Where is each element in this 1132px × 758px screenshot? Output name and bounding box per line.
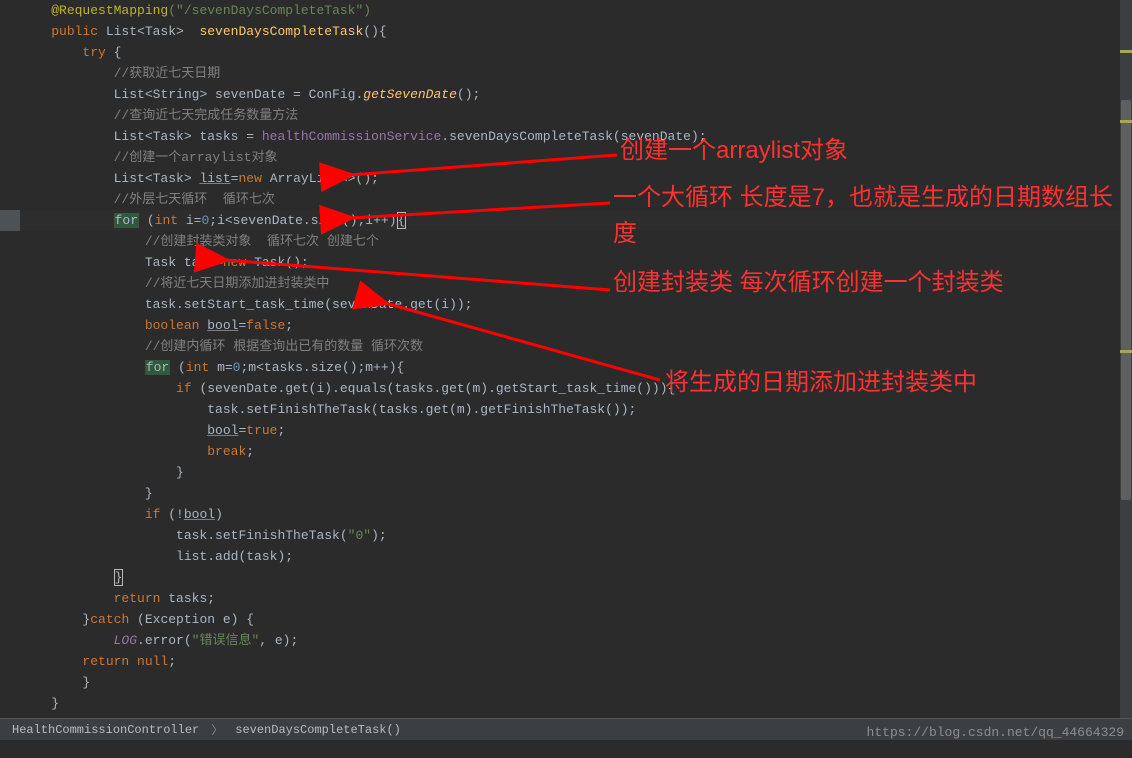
code-line[interactable]: } — [20, 483, 1132, 504]
breadcrumb-item-class[interactable]: HealthCommissionController — [12, 723, 199, 737]
annotation: @RequestMapping — [51, 3, 168, 18]
scroll-marker[interactable] — [1120, 120, 1132, 123]
code-line[interactable]: break; — [20, 441, 1132, 462]
watermark-text: https://blog.csdn.net/qq_44664329 — [867, 725, 1124, 740]
code-line[interactable]: //将近七天日期添加进封装类中 — [20, 273, 1132, 294]
code-line[interactable]: } — [20, 462, 1132, 483]
code-line[interactable]: list.add(task); — [20, 546, 1132, 567]
code-line[interactable]: boolean bool=false; — [20, 315, 1132, 336]
code-line[interactable]: Task task=new Task(); — [20, 252, 1132, 273]
code-line[interactable]: public List<Task> sevenDaysCompleteTask(… — [20, 21, 1132, 42]
code-line[interactable]: @RequestMapping("/sevenDaysCompleteTask"… — [20, 0, 1132, 21]
keyword-for: for — [114, 213, 139, 228]
scrollbar-thumb[interactable] — [1121, 100, 1131, 500]
breadcrumb-item-method[interactable]: sevenDaysCompleteTask() — [235, 723, 401, 737]
chevron-right-icon: 〉 — [211, 721, 223, 738]
keyword-for: for — [145, 360, 170, 375]
vertical-scrollbar[interactable] — [1120, 0, 1132, 720]
code-line[interactable]: try { — [20, 42, 1132, 63]
code-line[interactable]: for (int m=0;m<tasks.size();m++){ — [20, 357, 1132, 378]
code-line[interactable]: if (!bool) — [20, 504, 1132, 525]
code-line[interactable]: return tasks; — [20, 588, 1132, 609]
code-line[interactable]: LOG.error("错误信息", e); — [20, 630, 1132, 651]
code-line[interactable]: List<String> sevenDate = ConFig.getSeven… — [20, 84, 1132, 105]
code-line[interactable]: //获取近七天日期 — [20, 63, 1132, 84]
code-line[interactable]: return null; — [20, 651, 1132, 672]
scroll-marker[interactable] — [1120, 50, 1132, 53]
code-line[interactable]: //外层七天循环 循环七次 — [20, 189, 1132, 210]
code-line[interactable]: task.setFinishTheTask(tasks.get(m).getFi… — [20, 399, 1132, 420]
code-line[interactable]: } — [20, 567, 1132, 588]
code-line[interactable]: task.setFinishTheTask("0"); — [20, 525, 1132, 546]
code-line[interactable]: for (int i=0;i<sevenDate.size();i++){ — [20, 210, 1132, 231]
code-line[interactable]: //创建封装类对象 循环七次 创建七个 — [20, 231, 1132, 252]
code-line[interactable]: List<Task> list=new ArrayList<>(); — [20, 168, 1132, 189]
code-line[interactable]: //创建内循环 根据查询出已有的数量 循环次数 — [20, 336, 1132, 357]
code-line[interactable]: }catch (Exception e) { — [20, 609, 1132, 630]
code-line[interactable]: //创建一个arraylist对象 — [20, 147, 1132, 168]
code-line[interactable]: List<Task> tasks = healthCommissionServi… — [20, 126, 1132, 147]
code-line[interactable]: if (sevenDate.get(i).equals(tasks.get(m)… — [20, 378, 1132, 399]
code-line[interactable]: task.setStart_task_time(sevenDate.get(i)… — [20, 294, 1132, 315]
code-line[interactable]: } — [20, 672, 1132, 693]
code-line[interactable]: } — [20, 693, 1132, 714]
scroll-marker[interactable] — [1120, 350, 1132, 353]
string: ("/sevenDaysCompleteTask") — [168, 3, 371, 18]
code-line[interactable]: bool=true; — [20, 420, 1132, 441]
code-editor[interactable]: @RequestMapping("/sevenDaysCompleteTask"… — [0, 0, 1132, 720]
code-line[interactable]: //查询近七天完成任务数量方法 — [20, 105, 1132, 126]
